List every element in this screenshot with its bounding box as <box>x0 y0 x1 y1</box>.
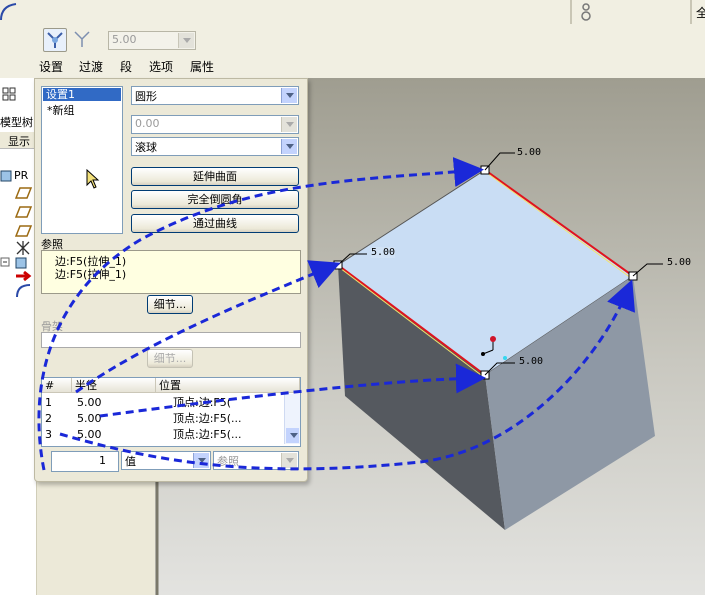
radius-dimension[interactable]: 5.00 <box>667 257 691 268</box>
radius-value-field[interactable]: 1 <box>51 451 119 472</box>
radius-dimension[interactable]: 5.00 <box>519 356 543 367</box>
radius-value: 5.00 <box>112 33 137 46</box>
insert-here-arrow-icon <box>16 270 32 282</box>
reference-item[interactable]: 边:F5(拉伸_1) <box>55 266 126 282</box>
part-icon <box>0 170 12 182</box>
grid-icon[interactable] <box>1 86 17 102</box>
column-header: # <box>42 378 72 393</box>
radius-combo[interactable]: 5.00 <box>108 31 196 50</box>
axis-point <box>503 356 507 360</box>
chevron-down-icon <box>178 33 194 48</box>
references-collector[interactable]: 边:F5(拉伸_1) 边:F5(拉伸_1) <box>41 250 301 294</box>
reference-type-combo: 参照 <box>213 451 299 470</box>
details-button-disabled: 细节... <box>147 349 193 368</box>
set-item-selected[interactable]: 设置1 <box>43 88 121 101</box>
axis-point <box>481 352 485 356</box>
transition-icon <box>74 31 90 47</box>
extrude-feature-icon[interactable] <box>0 254 34 270</box>
display-menu[interactable]: 显示 <box>0 132 36 149</box>
tab-segment[interactable]: 段 <box>120 58 132 75</box>
tab-transition[interactable]: 过渡 <box>79 58 103 75</box>
toolbar-divider <box>690 0 692 24</box>
row-number: 2 <box>45 412 52 425</box>
tab-options[interactable]: 选项 <box>149 58 173 75</box>
round-sets-list[interactable]: 设置1 *新组 <box>41 86 123 234</box>
mouse-cursor-icon <box>86 169 100 189</box>
chevron-down-icon <box>281 453 297 468</box>
arc-icon[interactable] <box>0 0 20 24</box>
radius-cell[interactable]: 5.00 <box>77 411 102 427</box>
radius-cell[interactable]: 5.00 <box>77 395 102 411</box>
round-feature-icon[interactable] <box>15 283 33 299</box>
through-curve-button[interactable]: 通过曲线 <box>131 214 299 233</box>
disabled-value: 0.00 <box>135 117 160 130</box>
tab-settings[interactable]: 设置 <box>39 58 63 75</box>
chevron-down-icon <box>281 139 297 154</box>
disabled-combo: 0.00 <box>131 115 299 134</box>
scroll-down-button[interactable] <box>286 428 299 443</box>
axis-point <box>490 336 496 342</box>
reference-type: 参照 <box>217 455 239 468</box>
datum-plane-icon[interactable] <box>15 186 33 200</box>
radius-dimension[interactable]: 5.00 <box>517 147 541 158</box>
variable-radius-mode-button[interactable] <box>43 28 67 52</box>
value-type: 值 <box>125 455 136 468</box>
toolbar-divider <box>570 0 572 24</box>
row-number: 3 <box>45 428 52 441</box>
round-set-icon <box>47 32 63 48</box>
radius-table: # 半径 位置 1 5.00 顶点:边:F5( 2 5.00 顶点:边:F5(.… <box>41 377 301 447</box>
table-scrollbar[interactable] <box>284 394 300 444</box>
column-header: 位置 <box>156 378 300 393</box>
dashboard-toolbar: 5.00 设置 过渡 段 选项 属性 全 <box>0 0 705 78</box>
radius-cell[interactable]: 5.00 <box>77 427 102 443</box>
chevron-down-icon <box>281 117 297 132</box>
model-tree-strip: 模型树 显示 PR <box>0 78 37 595</box>
location-cell[interactable]: 顶点:边:F5(... <box>173 411 285 427</box>
radius-dimension[interactable]: 5.00 <box>371 247 396 258</box>
settings-panel: 设置1 *新组 圆形 0.00 滚球 延伸曲面 完全倒圆角 通过曲线 参照 边:… <box>34 78 308 482</box>
chevron-down-icon <box>281 88 297 103</box>
method-value: 滚球 <box>135 141 157 154</box>
row-number: 1 <box>45 396 52 409</box>
details-button[interactable]: 细节... <box>147 295 193 314</box>
location-cell[interactable]: 顶点:边:F5( <box>173 395 285 411</box>
datum-plane-icon[interactable] <box>15 224 33 238</box>
column-header: 半径 <box>72 378 156 393</box>
extend-surface-button[interactable]: 延伸曲面 <box>131 167 299 186</box>
radius-value-text: 1 <box>99 454 106 467</box>
chevron-down-icon <box>193 453 209 468</box>
new-set-item[interactable]: *新组 <box>47 102 75 118</box>
model-tree-tab[interactable]: 模型树 <box>0 114 33 130</box>
tab-properties[interactable]: 属性 <box>190 58 214 75</box>
shape-value: 圆形 <box>135 90 157 103</box>
datum-plane-icon[interactable] <box>15 205 33 219</box>
location-cell[interactable]: 顶点:边:F5(... <box>173 427 285 443</box>
value-type-combo[interactable]: 值 <box>121 451 211 470</box>
right-toolbar-button[interactable]: 全 <box>696 4 705 21</box>
full-round-button[interactable]: 完全倒圆角 <box>131 190 299 209</box>
method-combo[interactable]: 滚球 <box>131 137 299 156</box>
pause-icon[interactable] <box>580 2 592 22</box>
shape-combo[interactable]: 圆形 <box>131 86 299 105</box>
transition-mode-button[interactable] <box>71 28 93 50</box>
tree-root-label[interactable]: PR <box>14 169 28 182</box>
display-label: 显示 <box>8 135 30 148</box>
skeleton-collector <box>41 332 301 348</box>
